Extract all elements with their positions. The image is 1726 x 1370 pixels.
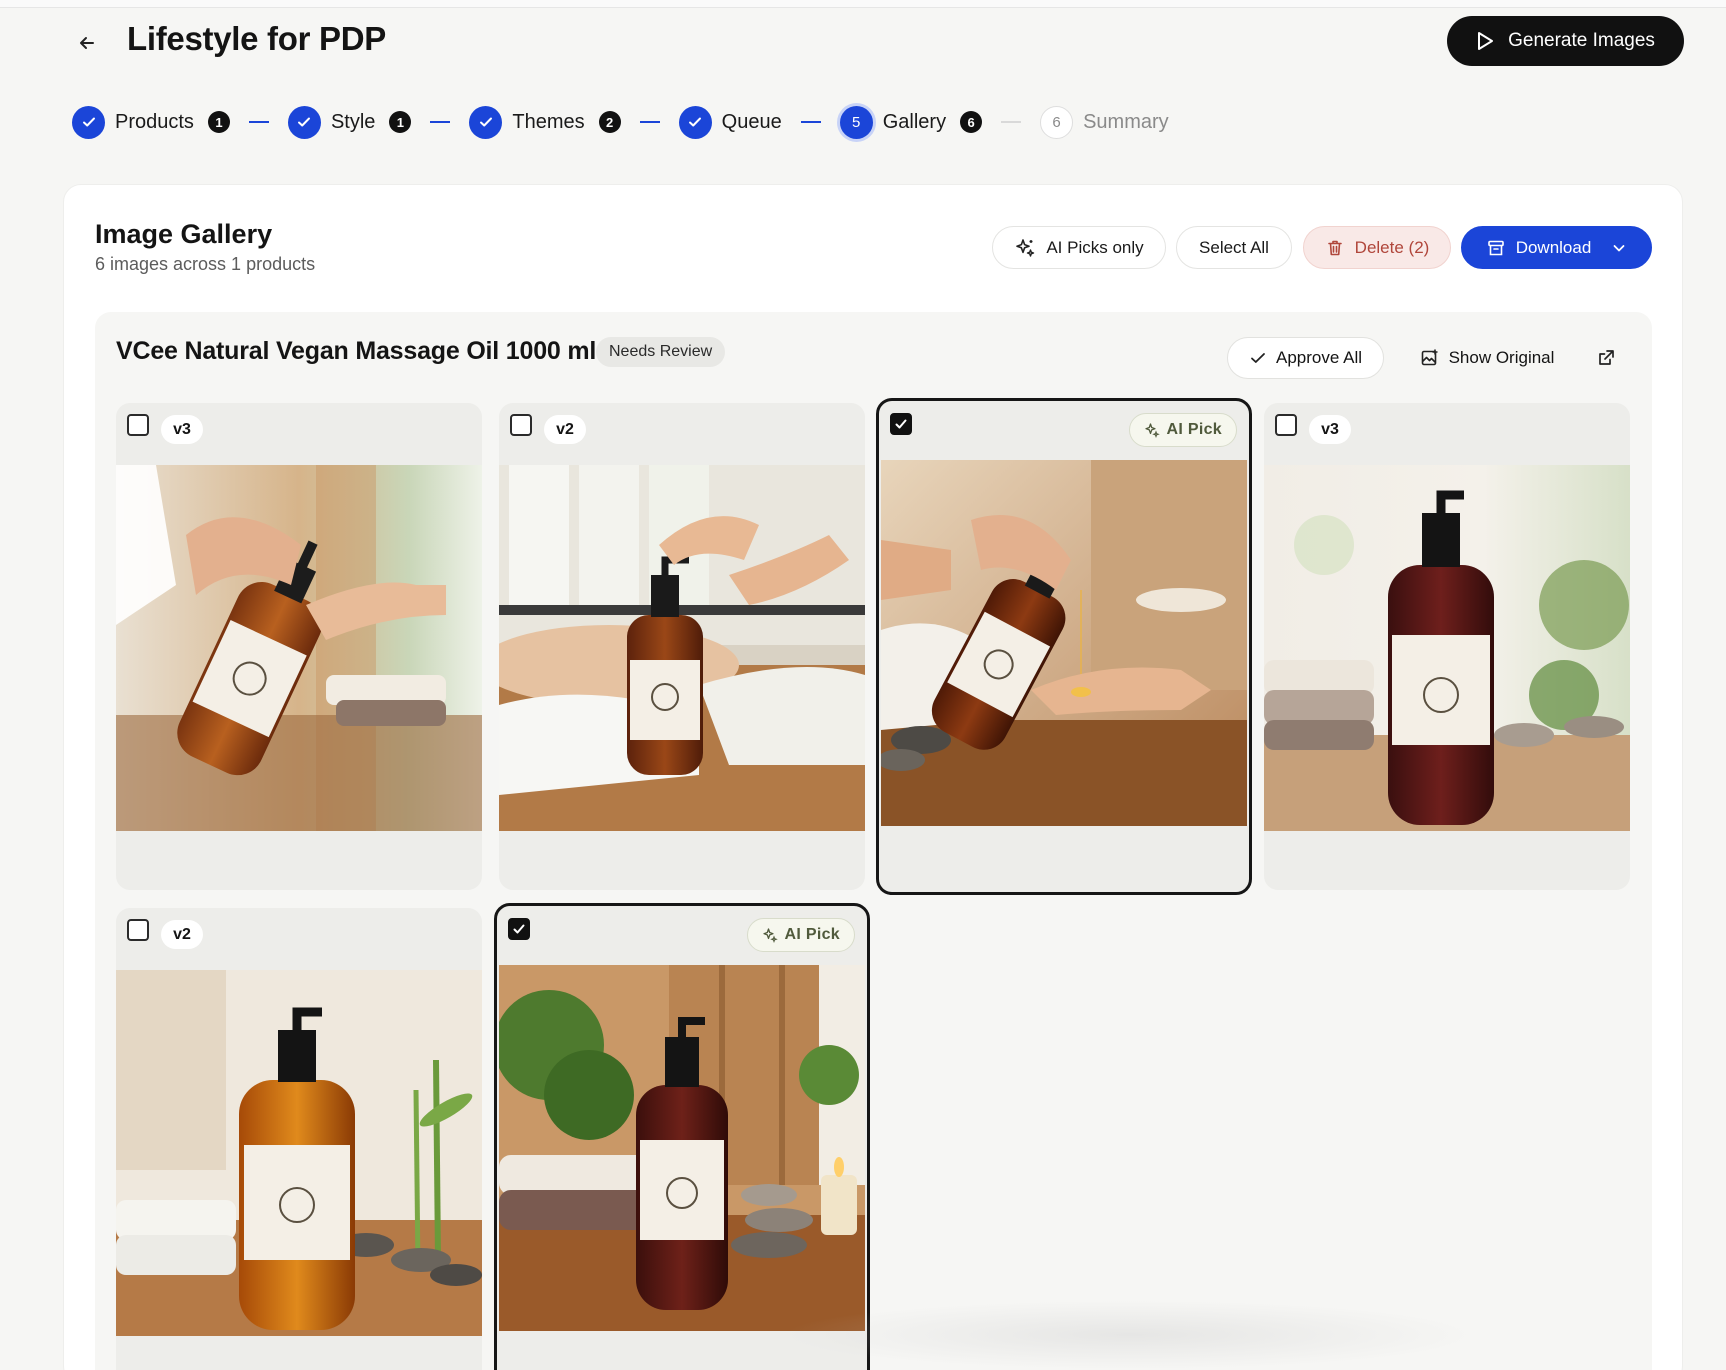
step-label: Themes [512, 110, 585, 133]
step-label: Summary [1083, 110, 1169, 133]
step-themes[interactable]: Themes 2 [469, 105, 621, 139]
product-image[interactable] [116, 970, 482, 1336]
show-original-label: Show Original [1448, 348, 1555, 367]
version-badge: v2 [544, 415, 586, 444]
check-icon [689, 117, 702, 127]
step-number: 6 [1040, 105, 1074, 139]
step-separator [639, 121, 660, 123]
delete-button[interactable]: Delete (2) [1303, 226, 1451, 269]
gallery-title: Image Gallery [95, 219, 273, 249]
check-icon [479, 117, 492, 127]
approve-all-label: Approve All [1276, 348, 1362, 367]
step-done-indicator [72, 105, 105, 139]
check-icon [895, 419, 907, 429]
approve-all-button[interactable]: Approve All [1227, 337, 1384, 379]
step-gallery[interactable]: 5 Gallery 6 [839, 105, 983, 139]
select-checkbox[interactable] [510, 414, 532, 436]
step-count: 1 [207, 111, 230, 133]
chevron-down-icon [1613, 244, 1625, 251]
step-style[interactable]: Style 1 [287, 105, 412, 139]
step-count: 6 [960, 111, 983, 133]
step-label: Style [330, 110, 376, 133]
image-icon [1421, 349, 1438, 366]
select-all-button[interactable]: Select All [1176, 226, 1292, 269]
download-button[interactable]: Download [1461, 226, 1652, 269]
image-card[interactable]: v2 [499, 403, 865, 890]
status-badge: Needs Review [596, 337, 726, 367]
select-checkbox[interactable] [1275, 414, 1297, 436]
ai-pick-badge: AI Pick [746, 918, 855, 952]
check-icon [298, 117, 311, 127]
step-summary[interactable]: 6 Summary [1040, 105, 1169, 139]
back-button[interactable] [72, 28, 102, 58]
step-count: 1 [389, 111, 412, 133]
check-icon [82, 117, 95, 127]
page-title: Lifestyle for PDP [127, 20, 386, 57]
ai-pick-label: AI Pick [1166, 421, 1222, 438]
product-image[interactable] [116, 465, 482, 831]
step-done-indicator [678, 105, 712, 139]
step-separator [800, 121, 821, 123]
open-external-button[interactable] [1590, 342, 1622, 374]
select-checkbox[interactable] [508, 918, 530, 940]
gallery-subtitle: 6 images across 1 products [95, 254, 316, 274]
generate-images-button[interactable]: Generate Images [1447, 16, 1684, 66]
arrow-left-icon [80, 37, 94, 49]
sparkle-icon [762, 928, 778, 943]
image-card[interactable]: v3 [1264, 403, 1630, 890]
step-label: Queue [721, 110, 782, 133]
sparkle-icon [1016, 238, 1035, 257]
version-badge: v3 [161, 415, 203, 444]
step-label: Gallery [882, 110, 947, 133]
scroll-shadow [780, 1300, 1480, 1370]
play-icon [1478, 32, 1494, 50]
image-card[interactable]: v2 [116, 908, 482, 1370]
product-name: VCee Natural Vegan Massage Oil 1000 ml [116, 337, 597, 365]
ai-picks-label: AI Picks only [1046, 237, 1144, 257]
step-count: 2 [598, 111, 621, 133]
step-number: 5 [839, 105, 873, 139]
check-icon [513, 924, 525, 934]
sparkle-icon [1144, 423, 1160, 438]
version-badge: v3 [1309, 415, 1351, 444]
download-label: Download [1515, 237, 1592, 257]
product-image[interactable] [499, 965, 865, 1331]
top-border [0, 0, 1726, 8]
trash-icon [1327, 240, 1342, 255]
step-done-indicator [469, 105, 503, 139]
step-separator [1001, 121, 1022, 123]
image-card-selected[interactable]: AI Pick [876, 398, 1252, 895]
product-image[interactable] [881, 460, 1247, 826]
show-original-button[interactable]: Show Original [1412, 337, 1562, 379]
stepper: Products 1 Style 1 Themes 2 Queue 5 Gall… [72, 105, 1169, 139]
step-separator [430, 121, 451, 123]
step-products[interactable]: Products 1 [72, 105, 230, 139]
ai-pick-label: AI Pick [784, 926, 840, 943]
step-queue[interactable]: Queue [678, 105, 782, 139]
step-label: Products [115, 110, 194, 133]
select-checkbox[interactable] [127, 919, 149, 941]
generate-images-label: Generate Images [1508, 30, 1655, 51]
external-link-icon [1599, 350, 1614, 365]
check-icon [1251, 353, 1265, 363]
archive-icon [1487, 240, 1504, 255]
step-separator [248, 121, 269, 123]
image-card[interactable]: v3 [116, 403, 482, 890]
ai-pick-badge: AI Pick [1128, 413, 1237, 447]
version-badge: v2 [161, 920, 203, 949]
product-image[interactable] [499, 465, 865, 831]
ai-picks-filter-button[interactable]: AI Picks only [992, 226, 1166, 269]
select-checkbox[interactable] [890, 413, 912, 435]
step-done-indicator [287, 105, 321, 139]
select-checkbox[interactable] [127, 414, 149, 436]
delete-label: Delete (2) [1354, 237, 1430, 257]
product-image[interactable] [1264, 465, 1630, 831]
